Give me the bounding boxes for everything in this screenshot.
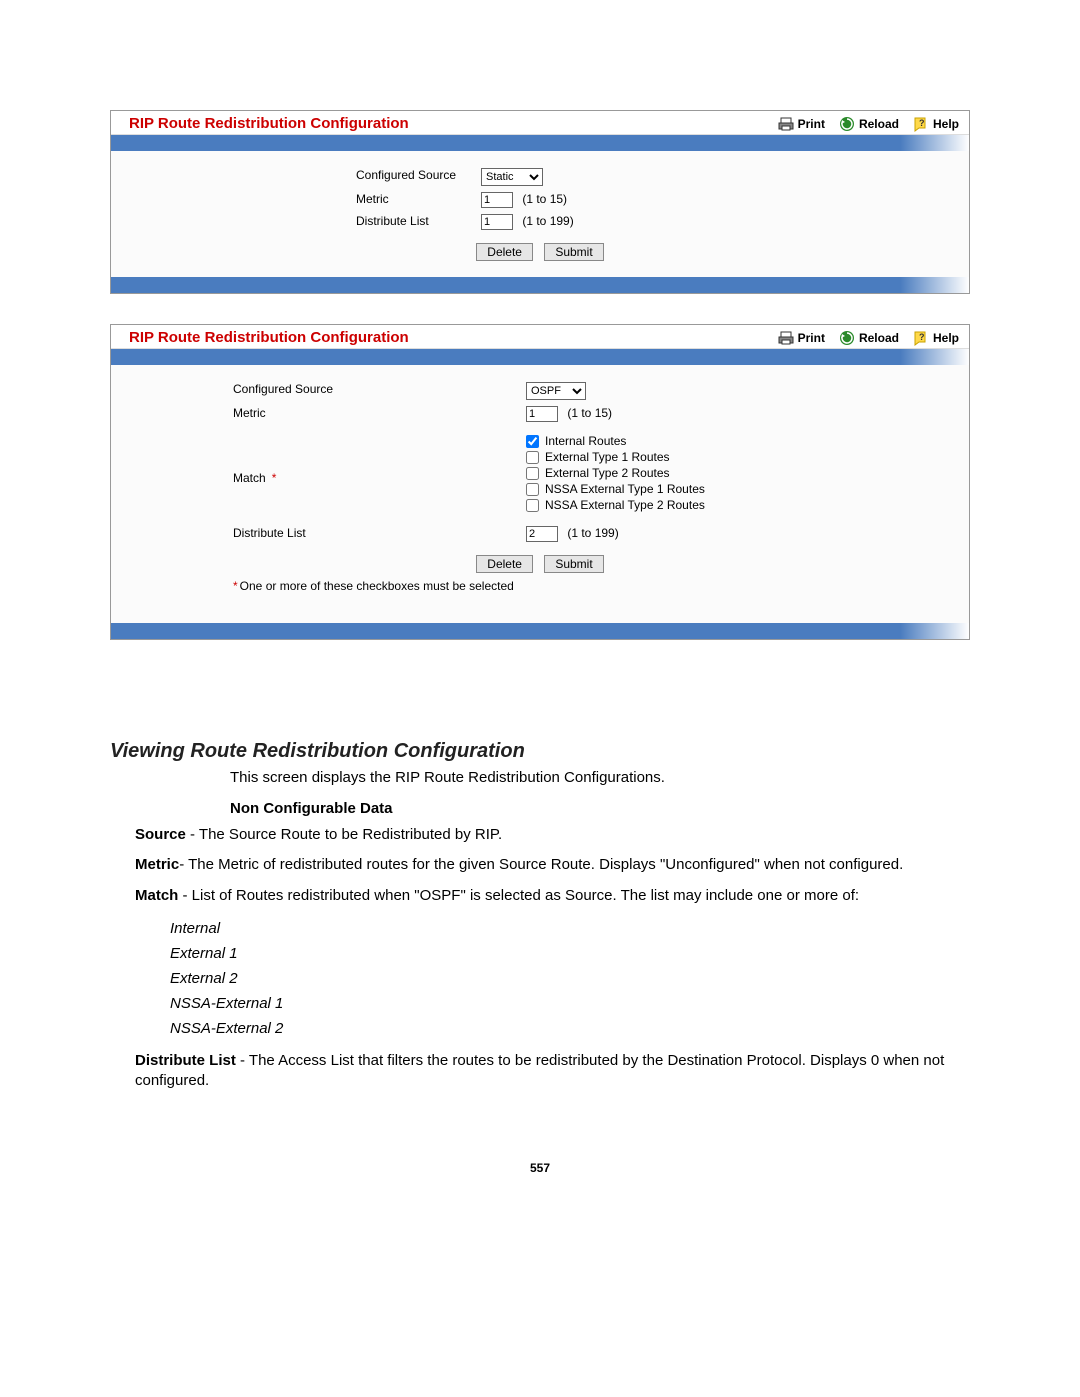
panel-header: RIP Route Redistribution Configuration P… xyxy=(111,111,969,135)
match-label: Match* xyxy=(111,433,526,485)
panel-header: RIP Route Redistribution Configuration P… xyxy=(111,325,969,349)
metric-input[interactable] xyxy=(481,192,513,208)
submit-button[interactable]: Submit xyxy=(544,555,603,573)
print-icon xyxy=(778,116,794,132)
list-item: External 1 xyxy=(170,941,970,966)
doc-intro: This screen displays the RIP Route Redis… xyxy=(230,769,970,786)
submit-button[interactable]: Submit xyxy=(544,243,603,261)
print-label: Print xyxy=(798,331,825,345)
page-number: 557 xyxy=(110,1101,970,1175)
match-option-external-type-1: External Type 1 Routes xyxy=(526,449,705,465)
divider-bar xyxy=(111,277,969,293)
reload-label: Reload xyxy=(859,117,899,131)
svg-text:?: ? xyxy=(919,118,925,128)
list-item: NSSA-External 1 xyxy=(170,991,970,1016)
form-body: Configured Source Static Metric (1 to 15… xyxy=(111,151,969,277)
doc-subhead: Non Configurable Data xyxy=(230,800,970,817)
metric-label: Metric xyxy=(111,192,481,206)
help-button[interactable]: ? Help xyxy=(913,116,959,132)
match-option-nssa-external-type-1: NSSA External Type 1 Routes xyxy=(526,481,705,497)
rip-config-panel-ospf: RIP Route Redistribution Configuration P… xyxy=(110,324,970,640)
configured-source-select[interactable]: Static xyxy=(481,168,543,186)
delete-button[interactable]: Delete xyxy=(476,243,533,261)
doc-match-list: Internal External 1 External 2 NSSA-Exte… xyxy=(170,916,970,1041)
match-option-label: NSSA External Type 2 Routes xyxy=(545,498,705,512)
doc-distribute-para: Distribute List - The Access List that f… xyxy=(135,1051,970,1092)
reload-label: Reload xyxy=(859,331,899,345)
list-item: NSSA-External 2 xyxy=(170,1016,970,1041)
match-checkbox[interactable] xyxy=(526,435,539,448)
reload-button[interactable]: Reload xyxy=(839,330,899,346)
match-option-label: External Type 2 Routes xyxy=(545,466,670,480)
footnote: *One or more of these checkboxes must be… xyxy=(111,573,969,607)
metric-input[interactable] xyxy=(526,406,558,422)
reload-button[interactable]: Reload xyxy=(839,116,899,132)
button-row: Delete Submit xyxy=(111,233,969,261)
doc-source-para: Source - The Source Route to be Redistri… xyxy=(135,825,970,845)
match-checkbox[interactable] xyxy=(526,499,539,512)
distribute-list-label: Distribute List xyxy=(111,214,481,228)
distribute-list-input[interactable] xyxy=(526,526,558,542)
print-label: Print xyxy=(798,117,825,131)
match-checkbox[interactable] xyxy=(526,483,539,496)
reload-icon xyxy=(839,330,855,346)
metric-label: Metric xyxy=(111,406,526,420)
match-option-label: External Type 1 Routes xyxy=(545,450,670,464)
match-option-nssa-external-type-2: NSSA External Type 2 Routes xyxy=(526,497,705,513)
distribute-list-hint: (1 to 199) xyxy=(522,214,573,228)
print-icon xyxy=(778,330,794,346)
match-option-label: Internal Routes xyxy=(545,434,626,448)
configured-source-select[interactable]: OSPF xyxy=(526,382,586,400)
metric-hint: (1 to 15) xyxy=(567,406,612,420)
metric-hint: (1 to 15) xyxy=(522,192,567,206)
panel-title: RIP Route Redistribution Configuration xyxy=(129,115,778,132)
doc-match-para: Match - List of Routes redistributed whe… xyxy=(135,886,970,906)
divider-bar xyxy=(111,135,969,151)
match-checkbox[interactable] xyxy=(526,451,539,464)
svg-text:?: ? xyxy=(919,332,925,342)
print-button[interactable]: Print xyxy=(778,330,825,346)
divider-bar xyxy=(111,623,969,639)
match-checkbox[interactable] xyxy=(526,467,539,480)
form-body: Configured Source OSPF Metric (1 to 15) … xyxy=(111,365,969,623)
match-option-label: NSSA External Type 1 Routes xyxy=(545,482,705,496)
distribute-list-input[interactable] xyxy=(481,214,513,230)
doc-section: Viewing Route Redistribution Configurati… xyxy=(110,670,970,1091)
help-button[interactable]: ? Help xyxy=(913,330,959,346)
list-item: Internal xyxy=(170,916,970,941)
delete-button[interactable]: Delete xyxy=(476,555,533,573)
match-option-external-type-2: External Type 2 Routes xyxy=(526,465,705,481)
help-icon: ? xyxy=(913,116,929,132)
doc-metric-para: Metric- The Metric of redistributed rout… xyxy=(135,855,970,875)
panel-title: RIP Route Redistribution Configuration xyxy=(129,329,778,346)
button-row: Delete Submit xyxy=(111,545,969,573)
doc-heading: Viewing Route Redistribution Configurati… xyxy=(110,740,970,763)
print-button[interactable]: Print xyxy=(778,116,825,132)
configured-source-label: Configured Source xyxy=(111,382,526,396)
help-label: Help xyxy=(933,117,959,131)
toolbar: Print Reload ? Help xyxy=(778,330,959,346)
configured-source-label: Configured Source xyxy=(111,168,481,182)
match-option-internal-routes: Internal Routes xyxy=(526,433,705,449)
distribute-list-label: Distribute List xyxy=(111,526,526,540)
distribute-list-hint: (1 to 199) xyxy=(567,526,618,540)
help-label: Help xyxy=(933,331,959,345)
divider-bar xyxy=(111,349,969,365)
list-item: External 2 xyxy=(170,966,970,991)
help-icon: ? xyxy=(913,330,929,346)
reload-icon xyxy=(839,116,855,132)
toolbar: Print Reload ? Help xyxy=(778,116,959,132)
rip-config-panel-static: RIP Route Redistribution Configuration P… xyxy=(110,110,970,294)
